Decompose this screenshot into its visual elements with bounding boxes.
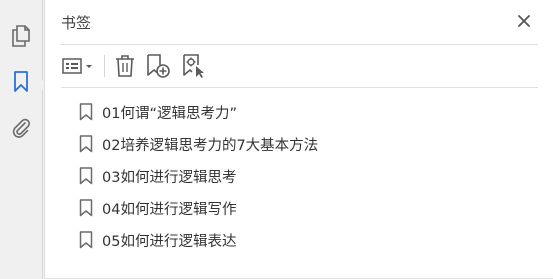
close-panel-button[interactable] <box>516 13 532 29</box>
new-bookmark-icon <box>147 54 170 78</box>
bookmark-item[interactable]: 04如何进行逻辑写作 <box>79 192 538 224</box>
pages-icon <box>12 25 30 47</box>
bookmark-icon <box>79 135 93 153</box>
attachments-panel-button[interactable] <box>7 114 35 142</box>
bookmarks-panel-button[interactable] <box>7 68 35 96</box>
bookmark-label: 01何谓“逻辑思考力” <box>102 105 237 122</box>
bookmark-icon <box>79 167 93 185</box>
bookmark-label: 05如何进行逻辑表达 <box>102 233 237 250</box>
bookmarks-panel: 书签 01何谓“逻辑思考力” 02培养逻辑思考力的7大基本方法 03如何进行逻辑… <box>44 0 553 279</box>
new-bookmark-button[interactable] <box>145 53 171 79</box>
bookmark-item[interactable]: 01何谓“逻辑思考力” <box>79 96 538 128</box>
bookmark-label: 02培养逻辑思考力的7大基本方法 <box>102 137 319 154</box>
bookmark-item[interactable]: 05如何进行逻辑表达 <box>79 224 538 256</box>
bookmark-label: 04如何进行逻辑写作 <box>102 201 237 218</box>
bookmarks-toolbar <box>61 45 538 88</box>
options-menu-button[interactable] <box>61 53 97 79</box>
new-bookmark-from-structure-icon <box>183 54 204 78</box>
delete-bookmark-button[interactable] <box>113 53 137 79</box>
bookmark-item[interactable]: 02培养逻辑思考力的7大基本方法 <box>79 128 538 160</box>
close-icon <box>518 15 530 27</box>
bookmark-icon <box>79 199 93 217</box>
bookmark-icon <box>79 231 93 249</box>
options-menu-icon <box>62 58 92 74</box>
bookmark-item[interactable]: 03如何进行逻辑思考 <box>79 160 538 192</box>
new-bookmark-from-structure-button[interactable] <box>181 53 207 79</box>
toolbar-divider <box>104 55 105 77</box>
bookmark-icon <box>79 103 93 121</box>
panel-header: 书签 <box>61 0 538 45</box>
bookmark-list: 01何谓“逻辑思考力” 02培养逻辑思考力的7大基本方法 03如何进行逻辑思考 … <box>79 96 538 256</box>
navigation-rail <box>0 0 43 279</box>
paperclip-icon <box>12 118 30 138</box>
bookmark-icon <box>14 71 28 92</box>
panel-title: 书签 <box>61 14 92 32</box>
pages-panel-button[interactable] <box>7 22 35 50</box>
trash-icon <box>116 55 134 77</box>
bookmark-label: 03如何进行逻辑思考 <box>102 169 237 186</box>
